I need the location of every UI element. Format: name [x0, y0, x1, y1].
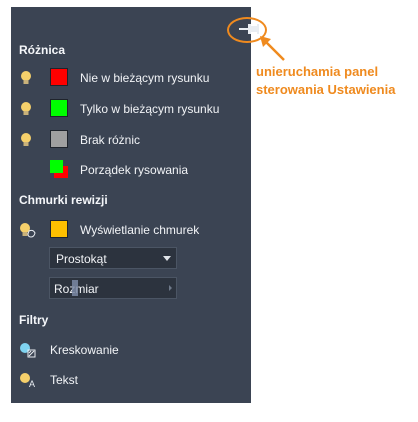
row-text-filter: A Tekst: [11, 369, 251, 391]
draw-order-icon[interactable]: [50, 160, 68, 178]
row-no-difference: Brak różnic: [11, 129, 251, 151]
lightbulb-hand-icon[interactable]: [19, 222, 37, 238]
color-swatch[interactable]: [50, 99, 68, 117]
hatch-filter-icon[interactable]: [19, 342, 37, 358]
row-hatch-filter: Kreskowanie: [11, 339, 251, 361]
chevron-right-icon: [169, 285, 172, 291]
color-swatch[interactable]: [50, 130, 68, 148]
row-only-in-current: Tylko w bieżącym rysunku: [11, 98, 251, 120]
cloud-size-slider[interactable]: Rozmiar: [49, 277, 177, 299]
chevron-down-icon: [163, 256, 171, 261]
section-title-difference: Różnica: [19, 43, 66, 57]
row-label: Wyświetlanie chmurek: [80, 223, 200, 237]
row-label: Tylko w bieżącym rysunku: [80, 102, 220, 116]
lightbulb-icon[interactable]: [19, 101, 33, 117]
row-cloud-display: Wyświetlanie chmurek: [11, 219, 251, 241]
row-label: Brak różnic: [80, 133, 141, 147]
lightbulb-icon[interactable]: [19, 70, 33, 86]
row-not-in-current: Nie w bieżącym rysunku: [11, 67, 251, 89]
row-label: Porządek rysowania: [80, 163, 189, 177]
compare-settings-panel: Różnica Nie w bieżącym rysunku Tylko w b…: [11, 7, 267, 403]
color-swatch[interactable]: [50, 68, 68, 86]
row-label: Nie w bieżącym rysunku: [80, 71, 210, 85]
section-title-filters: Filtry: [19, 313, 49, 327]
callout-annotation: unieruchamia panel sterowania Ustawienia: [256, 63, 416, 99]
lightbulb-icon[interactable]: [19, 132, 33, 148]
dropdown-value: Prostokąt: [56, 252, 107, 266]
color-swatch[interactable]: [50, 220, 68, 238]
row-label: Tekst: [50, 373, 79, 387]
callout-arrow-icon: [260, 36, 285, 61]
row-label: Kreskowanie: [50, 343, 119, 357]
callout-line-2: sterowania Ustawienia: [256, 82, 396, 97]
row-draw-order: Porządek rysowania: [11, 159, 251, 181]
callout-line-1: unieruchamia panel: [256, 64, 379, 79]
cloud-shape-dropdown[interactable]: Prostokąt: [49, 247, 177, 269]
section-title-revision-clouds: Chmurki rewizji: [19, 193, 108, 207]
slider-thumb[interactable]: [72, 280, 78, 296]
text-filter-icon[interactable]: A: [19, 372, 37, 388]
svg-text:A: A: [29, 379, 35, 388]
